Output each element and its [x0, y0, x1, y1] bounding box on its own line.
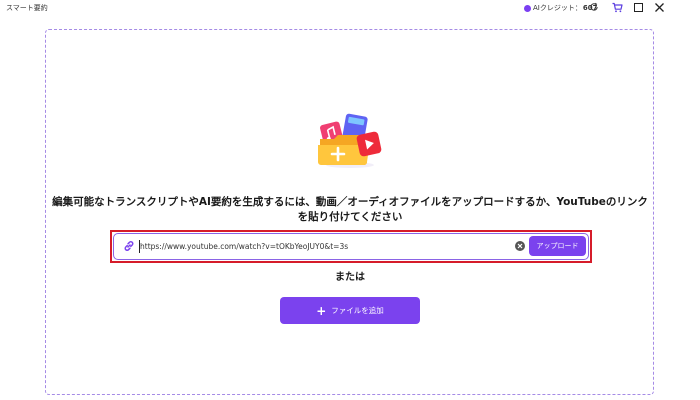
add-file-label: ファイルを追加: [331, 306, 384, 315]
cart-icon[interactable]: [612, 2, 623, 13]
or-divider-text: または: [335, 272, 365, 283]
maximize-icon[interactable]: [634, 3, 643, 12]
upload-instruction: 編集可能なトランスクリプトやAI要約を生成するには、動画／オーディオファイルをア…: [52, 196, 648, 223]
media-folder-illustration: [318, 113, 382, 168]
youtube-url-bar: アップロード: [113, 233, 589, 260]
refresh-icon[interactable]: [589, 2, 599, 12]
clear-icon[interactable]: [515, 241, 525, 251]
link-icon: [124, 241, 134, 251]
ai-credit-icon: [524, 4, 531, 12]
title-bar: スマート要約 AIクレジット： 607: [0, 0, 700, 18]
ai-credit-label: AIクレジット：: [533, 4, 582, 12]
close-icon[interactable]: [654, 2, 665, 13]
app-title: スマート要約: [6, 4, 48, 12]
youtube-url-input[interactable]: [140, 238, 500, 255]
ai-credit-indicator: AIクレジット： 607: [524, 3, 597, 13]
upload-button[interactable]: アップロード: [529, 236, 586, 256]
plus-icon: +: [316, 303, 327, 318]
add-file-button[interactable]: + ファイルを追加: [280, 297, 420, 324]
